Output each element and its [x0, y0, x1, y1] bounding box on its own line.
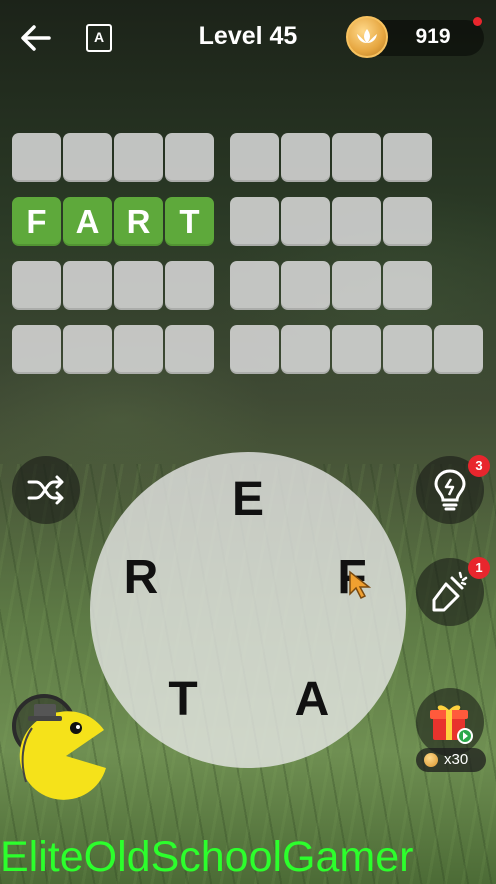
empty-letter-tile — [165, 261, 214, 310]
empty-letter-tile — [332, 197, 381, 246]
empty-letter-tile — [230, 261, 279, 310]
empty-letter-tile — [281, 133, 330, 182]
empty-letter-tile — [12, 133, 61, 182]
empty-letter-tile — [383, 261, 432, 310]
empty-letter-tile — [114, 133, 163, 182]
coin-count: 919 — [415, 25, 451, 48]
shuffle-icon — [27, 475, 64, 505]
lightbulb-icon — [434, 469, 466, 511]
empty-letter-tile — [332, 325, 381, 374]
wheel-letter[interactable]: R — [116, 550, 166, 606]
coin-icon — [424, 753, 438, 767]
empty-letter-tile — [63, 261, 112, 310]
solved-letter-tile: R — [114, 197, 163, 246]
pacman-mascot-icon — [19, 704, 107, 800]
empty-letter-tile — [230, 197, 279, 246]
firework-icon — [432, 571, 468, 612]
top-bar: A Level 45 919 — [0, 0, 496, 76]
hint-badge: 3 — [468, 455, 490, 477]
empty-letter-tile — [230, 133, 279, 182]
lotus-coin-icon — [346, 16, 388, 58]
firework-badge: 1 — [468, 557, 490, 579]
empty-letter-tile — [281, 261, 330, 310]
cursor-pointer-icon — [349, 570, 372, 600]
notification-dot — [473, 17, 482, 26]
wheel-letter[interactable]: E — [223, 472, 273, 528]
empty-letter-tile — [281, 197, 330, 246]
empty-letter-tile — [230, 325, 279, 374]
empty-letter-tile — [12, 261, 61, 310]
empty-letter-tile — [383, 325, 432, 374]
empty-letter-tile — [383, 133, 432, 182]
empty-letter-tile — [383, 197, 432, 246]
empty-letter-tile — [434, 325, 483, 374]
shuffle-button[interactable] — [12, 456, 80, 524]
empty-letter-tile — [332, 133, 381, 182]
gift-button[interactable] — [416, 688, 484, 756]
empty-letter-tile — [281, 325, 330, 374]
empty-letter-tile — [332, 261, 381, 310]
empty-letter-tile — [114, 325, 163, 374]
wheel-letter[interactable]: A — [287, 672, 337, 728]
gift-icon — [430, 705, 473, 744]
solved-letter-tile: A — [63, 197, 112, 246]
gift-reward: x30 — [416, 748, 486, 772]
channel-watermark: EliteOldSchoolGamer — [0, 833, 414, 881]
empty-letter-tile — [63, 133, 112, 182]
empty-letter-tile — [165, 325, 214, 374]
solved-letter-tile: F — [12, 197, 61, 246]
gift-reward-label: x30 — [444, 751, 469, 768]
wheel-letter[interactable]: T — [158, 672, 208, 728]
solved-letter-tile: T — [165, 197, 214, 246]
empty-letter-tile — [165, 133, 214, 182]
empty-letter-tile — [114, 261, 163, 310]
empty-letter-tile — [12, 325, 61, 374]
empty-letter-tile — [63, 325, 112, 374]
letter-wheel[interactable]: E F A T R — [90, 452, 406, 768]
